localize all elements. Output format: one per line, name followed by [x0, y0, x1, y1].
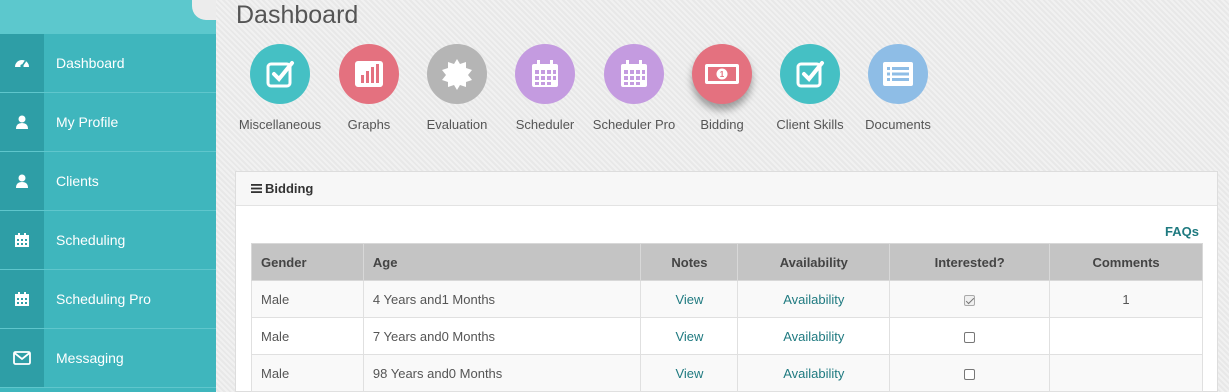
table-row: Male 7 Years and0 Months View Availabili… — [251, 317, 1203, 355]
bidding-panel: Bidding FAQs Gender Age Notes Availabili… — [235, 171, 1218, 392]
sidebar-item-label: Messaging — [56, 350, 124, 366]
tile-evaluation[interactable]: Evaluation — [412, 44, 502, 132]
bidding-table: Gender Age Notes Availability Interested… — [251, 243, 1203, 392]
tile-label: Miscellaneous — [238, 117, 322, 132]
calendar-icon — [604, 44, 664, 104]
sidebar-item-scheduling[interactable]: Scheduling — [0, 211, 216, 270]
view-notes-link[interactable]: View — [675, 329, 703, 344]
table-header-row: Gender Age Notes Availability Interested… — [251, 243, 1203, 281]
availability-link[interactable]: Availability — [783, 292, 844, 307]
sidebar: Dashboard My Profile Clients Scheduling … — [0, 0, 216, 392]
menu-icon — [251, 181, 262, 196]
column-header-age[interactable]: Age — [362, 243, 642, 281]
sidebar-item-label: Dashboard — [56, 55, 125, 71]
sidebar-item-my-profile[interactable]: My Profile — [0, 93, 216, 152]
age-cell: 98 Years and0 Months — [362, 354, 642, 392]
sidebar-item-scheduling-pro[interactable]: Scheduling Pro — [0, 270, 216, 329]
calendar-icon — [0, 211, 44, 269]
user-icon — [0, 93, 44, 151]
comments-cell — [1049, 317, 1203, 355]
checkbox-icon — [780, 44, 840, 104]
sidebar-item-label: Scheduling — [56, 232, 126, 248]
view-notes-link[interactable]: View — [675, 292, 703, 307]
tile-label: Evaluation — [426, 117, 488, 132]
money-icon: 1 — [692, 44, 752, 104]
tile-client-skills[interactable]: Client Skills — [765, 44, 855, 132]
tile-label: Scheduler — [515, 117, 575, 132]
gender-cell: Male — [251, 354, 364, 392]
tile-label: Graphs — [347, 117, 391, 132]
user-icon — [0, 152, 44, 210]
tile-label: Scheduler Pro — [592, 117, 676, 132]
faqs-link[interactable]: FAQs — [1165, 224, 1199, 239]
tile-documents[interactable]: Documents — [853, 44, 943, 132]
tile-graphs[interactable]: Graphs — [324, 44, 414, 132]
tile-scheduler-pro[interactable]: Scheduler Pro — [589, 44, 679, 132]
comments-cell: 1 — [1049, 280, 1203, 318]
sidebar-tab-notch — [192, 0, 216, 20]
age-cell: 4 Years and1 Months — [362, 280, 642, 318]
gender-cell: Male — [251, 280, 364, 318]
calendar-icon — [0, 270, 44, 328]
column-header-comments[interactable]: Comments — [1049, 243, 1203, 281]
gender-cell: Male — [251, 317, 364, 355]
sidebar-item-messaging[interactable]: Messaging — [0, 329, 216, 388]
sidebar-item-label: My Profile — [56, 114, 119, 130]
tile-label: Client Skills — [776, 117, 844, 132]
interested-checkbox[interactable] — [964, 294, 976, 306]
sidebar-item-label: Clients — [56, 173, 99, 189]
list-icon — [868, 44, 928, 104]
availability-link[interactable]: Availability — [783, 366, 844, 381]
table-row: Male 4 Years and1 Months View Availabili… — [251, 280, 1203, 318]
availability-link[interactable]: Availability — [783, 329, 844, 344]
interested-checkbox[interactable] — [964, 331, 976, 343]
sidebar-item-dashboard[interactable]: Dashboard — [0, 34, 216, 93]
dashboard-icon — [0, 34, 44, 92]
tile-miscellaneous[interactable]: Miscellaneous — [235, 44, 325, 132]
checkbox-icon — [250, 44, 310, 104]
tile-scheduler[interactable]: Scheduler — [500, 44, 590, 132]
sidebar-item-label: Scheduling Pro — [56, 291, 151, 307]
column-header-gender[interactable]: Gender — [251, 243, 364, 281]
interested-checkbox[interactable] — [964, 368, 976, 380]
panel-title: Bidding — [265, 181, 314, 196]
column-header-availability[interactable]: Availability — [737, 243, 891, 281]
bar-chart-icon — [339, 44, 399, 104]
envelope-icon — [0, 329, 44, 387]
badge-icon — [427, 44, 487, 104]
calendar-icon — [515, 44, 575, 104]
panel-header: Bidding — [236, 172, 1217, 206]
column-header-notes[interactable]: Notes — [640, 243, 739, 281]
comments-cell — [1049, 354, 1203, 392]
view-notes-link[interactable]: View — [675, 366, 703, 381]
page-title: Dashboard — [236, 1, 359, 29]
svg-text:1: 1 — [720, 70, 725, 79]
table-row: Male 98 Years and0 Months View Availabil… — [251, 354, 1203, 392]
tile-bidding[interactable]: 1 Bidding — [677, 44, 767, 132]
tile-label: Bidding — [700, 117, 744, 132]
sidebar-header — [0, 0, 216, 34]
column-header-interested[interactable]: Interested? — [889, 243, 1051, 281]
sidebar-item-clients[interactable]: Clients — [0, 152, 216, 211]
age-cell: 7 Years and0 Months — [362, 317, 642, 355]
tile-label: Documents — [865, 117, 931, 132]
